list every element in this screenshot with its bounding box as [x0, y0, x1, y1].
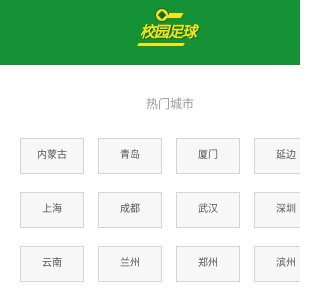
logo-text: 校园足球 [140, 23, 197, 41]
city-button[interactable]: 厦门 [176, 138, 240, 174]
city-button[interactable]: 武汉 [176, 192, 240, 228]
logo-wing [166, 13, 184, 18]
page: 校园足球 热门城市 内蒙古 青岛 厦门 延边 上海 成都 武汉 深圳 云南 兰州… [0, 0, 300, 300]
city-button[interactable]: 兰州 [98, 246, 162, 282]
city-button[interactable]: 郑州 [176, 246, 240, 282]
logo[interactable]: 校园足球 [137, 6, 197, 46]
logo-underline [137, 43, 185, 46]
city-button[interactable]: 上海 [20, 192, 84, 228]
city-button[interactable]: 延边 [254, 138, 300, 174]
city-button[interactable]: 内蒙古 [20, 138, 84, 174]
hot-cities-title: 热门城市 [145, 97, 194, 111]
city-button[interactable]: 青岛 [98, 138, 162, 174]
header: 校园足球 [0, 0, 300, 65]
city-button[interactable]: 滨州 [254, 246, 300, 282]
city-button[interactable]: 深圳 [254, 192, 300, 228]
city-button[interactable]: 成都 [98, 192, 162, 228]
city-button[interactable]: 云南 [20, 246, 84, 282]
